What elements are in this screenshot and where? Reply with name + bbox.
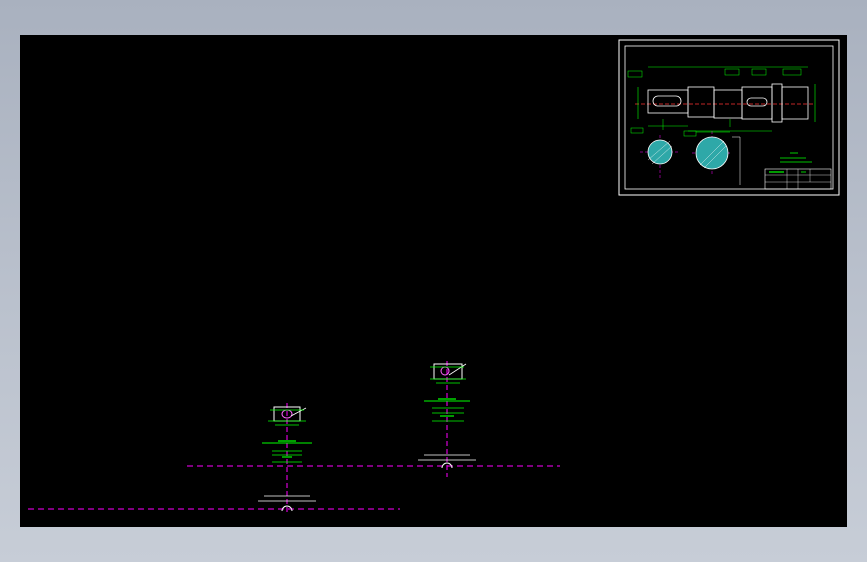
section-views	[630, 127, 741, 185]
part-stack-right[interactable]	[418, 361, 476, 477]
title-block	[764, 168, 832, 190]
part-stack-left[interactable]	[258, 403, 316, 515]
cad-model-viewport[interactable]	[20, 35, 847, 527]
technical-notes	[780, 152, 812, 163]
shaft-main-view	[627, 66, 816, 132]
section-view-icon	[647, 139, 673, 165]
cad-canvas[interactable]	[20, 35, 847, 527]
drawing-sheet[interactable]	[618, 39, 840, 196]
sheet-inner-border	[624, 45, 834, 190]
